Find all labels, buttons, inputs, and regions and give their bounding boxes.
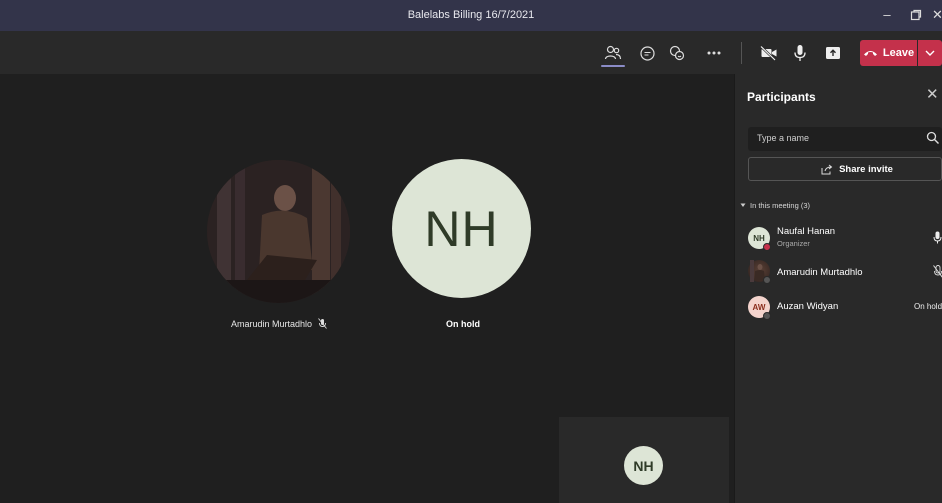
microphone-icon — [933, 231, 942, 249]
mic-muted-icon — [933, 265, 942, 283]
toolbar-divider — [741, 42, 742, 64]
window-title: Balelabs Billing 16/7/2021 — [407, 9, 535, 21]
close-window-icon[interactable]: ✕ — [932, 5, 942, 25]
leave-options-button[interactable] — [918, 40, 942, 66]
share-invite-label: Share invite — [839, 163, 893, 175]
self-initials: NH — [633, 457, 654, 474]
minimize-icon[interactable]: – — [876, 5, 898, 25]
presence-offline-icon — [763, 276, 771, 284]
participant-name: Auzan Widyan — [777, 301, 839, 312]
share-icon — [821, 164, 833, 174]
camera-off-icon[interactable] — [756, 40, 782, 66]
hang-up-icon — [863, 51, 877, 56]
participant-role: Organizer — [777, 239, 810, 248]
participant-initials-avatar: NH — [392, 159, 531, 298]
search-icon[interactable] — [926, 131, 940, 145]
in-meeting-section-header[interactable]: In this meeting (3) — [740, 201, 810, 210]
mic-muted-icon — [318, 318, 327, 329]
share-screen-icon[interactable] — [820, 40, 846, 66]
participant-name: Naufal Hanan — [777, 226, 836, 237]
participant-status: On hold — [914, 302, 942, 311]
more-actions-icon[interactable] — [701, 40, 727, 66]
participants-active-indicator — [601, 65, 625, 67]
restore-icon[interactable] — [905, 5, 927, 25]
panel-title: Participants — [747, 90, 816, 104]
participant-photo-avatar — [207, 160, 350, 303]
participants-icon[interactable] — [600, 40, 626, 66]
participant-name-tag: Amarudin Murtadhlo — [231, 318, 327, 329]
self-avatar: NH — [624, 446, 663, 485]
participant-row[interactable]: AW Auzan Widyan On hold — [734, 290, 942, 324]
participant-name: Amarudin Murtadhlo — [231, 318, 313, 329]
chevron-down-icon — [925, 50, 935, 56]
participant-avatar-initials: AW — [752, 302, 766, 312]
presence-offline-icon — [763, 312, 771, 320]
close-panel-icon[interactable]: ✕ — [926, 86, 942, 104]
participant-row[interactable]: Amarudin Murtadhlo — [734, 256, 942, 290]
chat-icon[interactable] — [634, 40, 660, 66]
participant-name: Amarudin Murtadhlo — [777, 267, 863, 278]
participant-row[interactable]: NH Naufal Hanan Organizer — [734, 222, 942, 256]
teams-meeting-window: Balelabs Billing 16/7/2021 – ✕ Leave NH … — [0, 0, 942, 503]
leave-label: Leave — [882, 47, 915, 59]
participant-search-input[interactable]: Type a name — [748, 127, 942, 151]
on-hold-label: On hold — [446, 319, 480, 329]
share-invite-button[interactable]: Share invite — [748, 157, 942, 181]
participant-avatar-initials: NH — [753, 233, 765, 243]
presence-busy-icon — [763, 243, 771, 251]
caret-down-icon — [740, 203, 746, 207]
microphone-icon[interactable] — [787, 40, 813, 66]
participant-initials: NH — [424, 200, 499, 257]
search-placeholder: Type a name — [757, 133, 810, 143]
section-label: In this meeting (3) — [750, 201, 811, 210]
reactions-icon[interactable] — [664, 40, 690, 66]
title-bar: Balelabs Billing 16/7/2021 – ✕ — [0, 0, 942, 31]
meeting-toolbar: Leave — [0, 31, 942, 74]
leave-button[interactable]: Leave — [860, 40, 917, 66]
